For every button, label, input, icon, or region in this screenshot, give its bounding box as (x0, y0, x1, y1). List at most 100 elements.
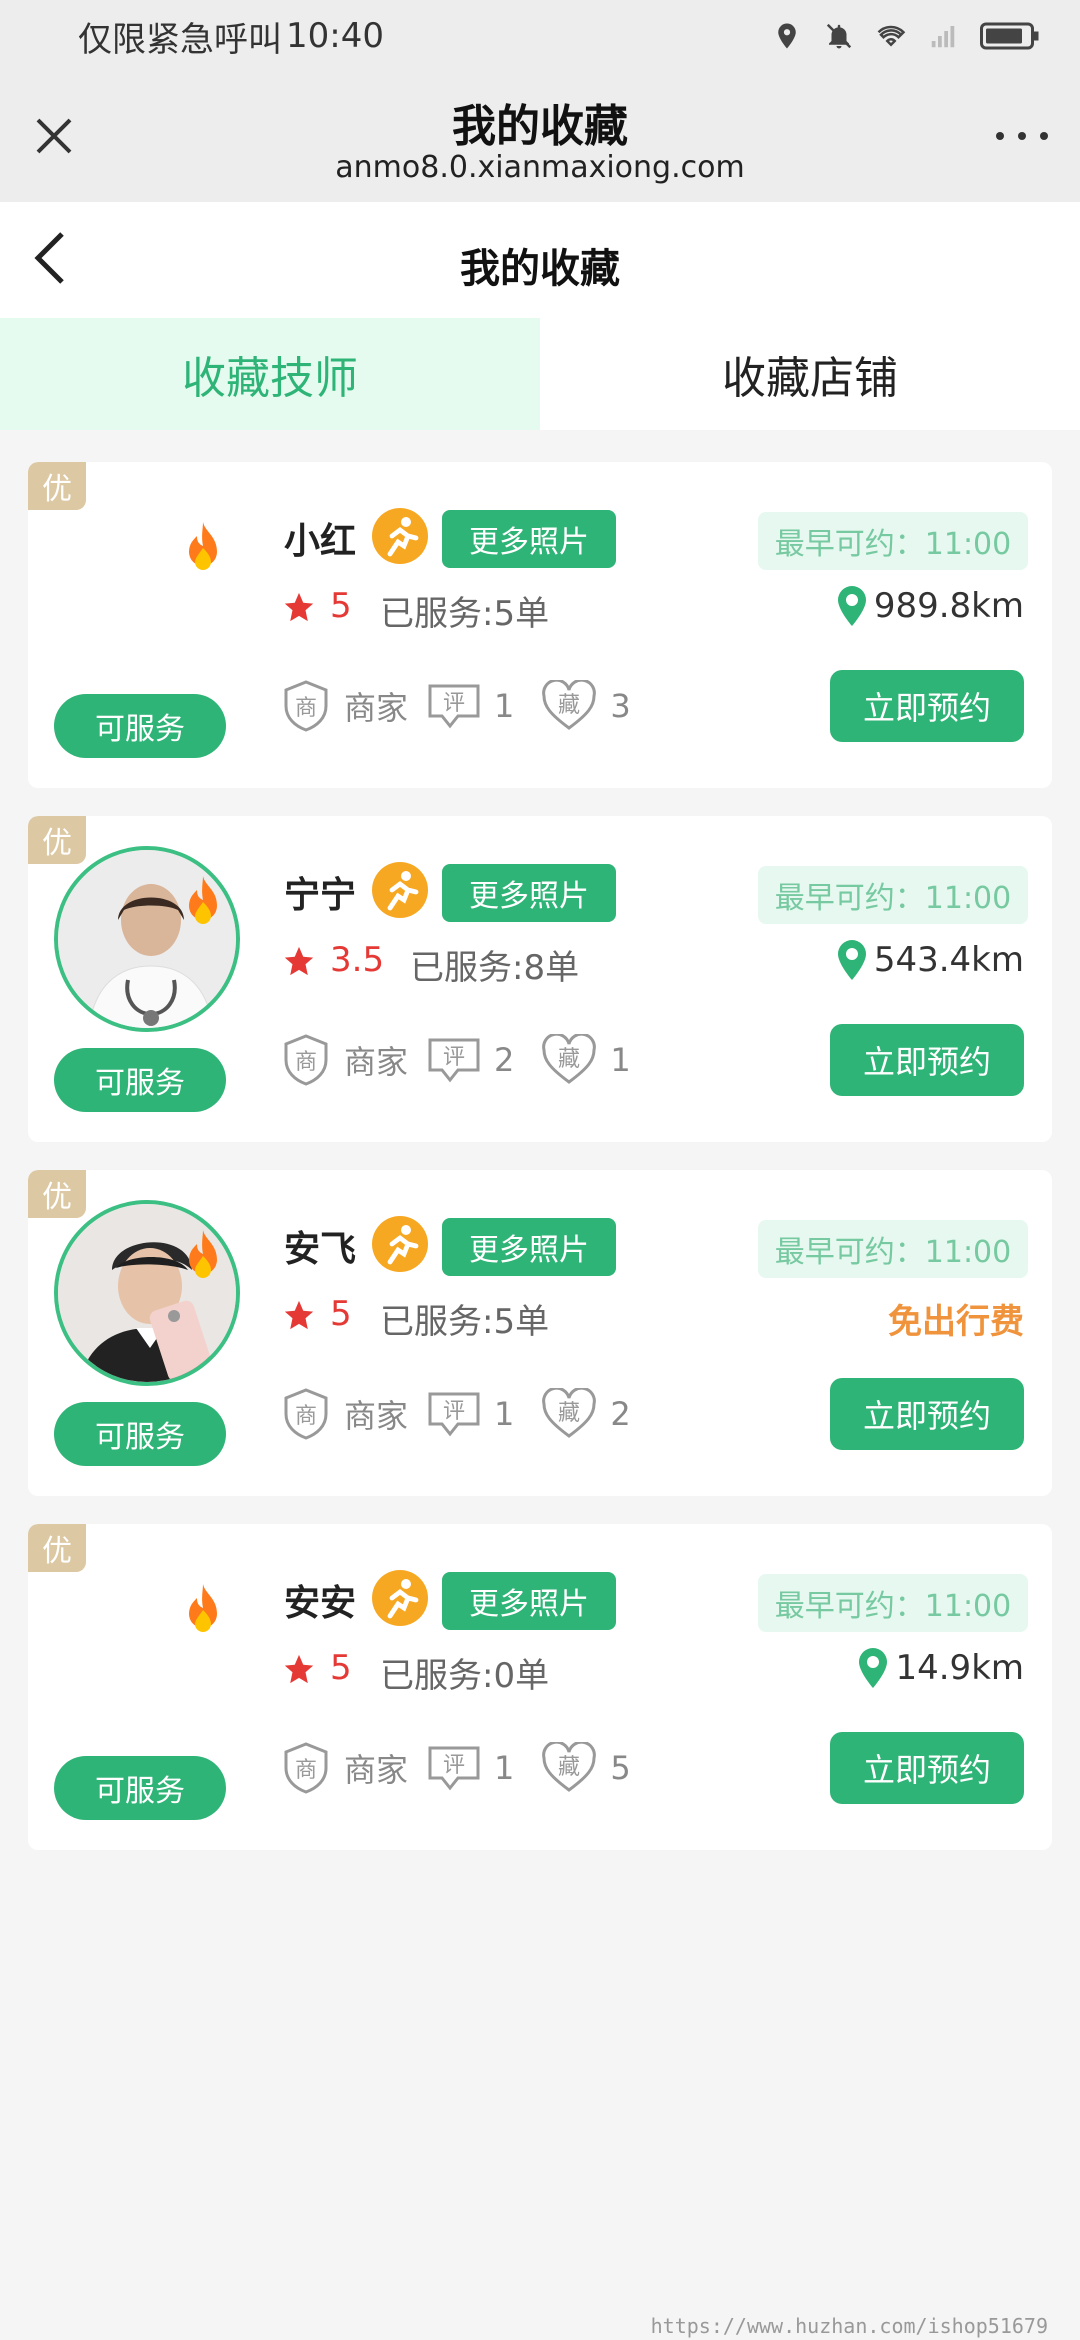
technician-card[interactable]: 优 可服务 安安 更多照片 最早可约：11:00 5 已服务:0单 14.9km… (28, 1524, 1052, 1850)
svg-text:藏: 藏 (558, 1401, 580, 1426)
technician-card[interactable]: 优 可服务 小红 更多照片 最早可约：11:00 5 已服务:5单 989.8k… (28, 462, 1052, 788)
served-count: 已服务:8单 (410, 948, 580, 988)
service-available-button[interactable]: 可服务 (54, 694, 226, 758)
earliest-available: 最早可约：11:00 (758, 1574, 1028, 1632)
star-icon (284, 1300, 314, 1330)
comment-icon: 评 (426, 1744, 482, 1792)
meta-row: 商 商家 评 1 藏 2 (282, 1388, 631, 1440)
star-icon (284, 592, 314, 622)
fire-icon (189, 522, 217, 570)
more-photos-button[interactable]: 更多照片 (442, 864, 616, 922)
location-pin-icon (837, 586, 866, 626)
comment-icon: 评 (426, 1390, 482, 1438)
merchant-icon: 商 (282, 680, 330, 732)
book-now-button[interactable]: 立即预约 (830, 1024, 1024, 1096)
favorites-tabs: 收藏技师 收藏店铺 (0, 318, 1080, 430)
running-icon (372, 1570, 428, 1626)
star-icon (284, 946, 314, 976)
book-now-button[interactable]: 立即预约 (830, 1378, 1024, 1450)
battery-icon (980, 22, 1039, 50)
mute-bell-icon (826, 23, 852, 49)
comment-count: 1 (494, 1749, 515, 1787)
merchant-label: 商家 (344, 1397, 409, 1435)
service-available-button[interactable]: 可服务 (54, 1048, 226, 1112)
page-header: 我的收藏 (0, 202, 1080, 318)
merchant-icon: 商 (282, 1034, 330, 1086)
technician-name: 宁宁 (284, 875, 357, 916)
location-icon (778, 23, 796, 49)
distance-value: 989.8km (873, 586, 1024, 626)
distance-value: 543.4km (873, 940, 1024, 980)
distance: 543.4km (836, 940, 1024, 980)
more-options-icon[interactable] (994, 126, 1050, 146)
free-travel-label: 免出行费 (888, 1302, 1024, 1342)
fire-icon (189, 876, 217, 924)
location-pin-icon (837, 940, 866, 980)
technician-name: 小红 (284, 521, 357, 562)
wifi-icon (877, 25, 906, 47)
service-available-button[interactable]: 可服务 (54, 1756, 226, 1820)
location-pin-icon (859, 1648, 888, 1688)
favorite-count: 1 (610, 1041, 631, 1079)
merchant-icon: 商 (282, 1742, 330, 1794)
svg-text:藏: 藏 (558, 693, 580, 718)
rating-value: 5 (330, 1648, 352, 1688)
premium-badge: 优 (28, 1524, 86, 1572)
technician-name: 安安 (284, 1583, 357, 1624)
carrier-text: 仅限紧急呼叫 (78, 19, 282, 60)
fire-icon (189, 1584, 217, 1632)
merchant-label: 商家 (344, 689, 409, 727)
comment-count: 2 (494, 1041, 515, 1079)
svg-text:商: 商 (295, 696, 317, 721)
running-icon (372, 508, 428, 564)
svg-text:商: 商 (295, 1050, 317, 1075)
book-now-button[interactable]: 立即预约 (830, 1732, 1024, 1804)
rating-value: 5 (330, 586, 352, 626)
comment-icon: 评 (426, 682, 482, 730)
favorite-count: 3 (610, 687, 631, 725)
page-title: 我的收藏 (460, 246, 620, 292)
webview-url: anmo8.0.xianmaxiong.com (335, 150, 745, 185)
webview-header: 我的收藏 anmo8.0.xianmaxiong.com (0, 72, 1080, 202)
more-photos-button[interactable]: 更多照片 (442, 510, 616, 568)
distance: 14.9km (857, 1648, 1024, 1688)
book-now-button[interactable]: 立即预约 (830, 670, 1024, 742)
more-photos-button[interactable]: 更多照片 (442, 1572, 616, 1630)
merchant-label: 商家 (344, 1751, 409, 1789)
premium-badge: 优 (28, 1170, 86, 1218)
comment-count: 1 (494, 1395, 515, 1433)
technician-card[interactable]: 优 可服务 安飞 更多照片 最早可约：11:00 5 已服务:5单 免出行费 商… (28, 1170, 1052, 1496)
favorite-count: 5 (610, 1749, 631, 1787)
rating-value: 3.5 (330, 940, 385, 980)
comment-icon: 评 (426, 1036, 482, 1084)
distance-value: 14.9km (895, 1648, 1024, 1688)
favorite-count: 2 (610, 1395, 631, 1433)
merchant-icon: 商 (282, 1388, 330, 1440)
svg-text:评: 评 (443, 1753, 465, 1778)
watermark: https://www.huzhan.com/ishop51679 (650, 2314, 1048, 2338)
technician-card[interactable]: 优 可服务 宁宁 更多照片 最早可约：11:00 3.5 已服务:8单 543.… (28, 816, 1052, 1142)
service-available-button[interactable]: 可服务 (54, 1402, 226, 1466)
svg-text:评: 评 (443, 1399, 465, 1424)
more-photos-button[interactable]: 更多照片 (442, 1218, 616, 1276)
rating-value: 5 (330, 1294, 352, 1334)
premium-badge: 优 (28, 462, 86, 510)
technician-name: 安飞 (284, 1229, 357, 1270)
running-icon (372, 1216, 428, 1272)
fire-icon (189, 1230, 217, 1278)
earliest-available: 最早可约：11:00 (758, 866, 1028, 924)
earliest-available: 最早可约：11:00 (758, 512, 1028, 570)
clock: 10:40 (286, 16, 384, 56)
earliest-available: 最早可约：11:00 (758, 1220, 1028, 1278)
heart-favorite-icon: 藏 (540, 1742, 598, 1794)
tab-favorite-technicians[interactable]: 收藏技师 (0, 318, 540, 430)
heart-favorite-icon: 藏 (540, 1034, 598, 1086)
tab-favorite-shops[interactable]: 收藏店铺 (540, 318, 1080, 430)
served-count: 已服务:0单 (380, 1656, 550, 1696)
svg-text:评: 评 (443, 1045, 465, 1070)
svg-text:商: 商 (295, 1758, 317, 1783)
meta-row: 商 商家 评 2 藏 1 (282, 1034, 631, 1086)
merchant-label: 商家 (344, 1043, 409, 1081)
premium-badge: 优 (28, 816, 86, 864)
meta-row: 商 商家 评 1 藏 3 (282, 680, 631, 732)
